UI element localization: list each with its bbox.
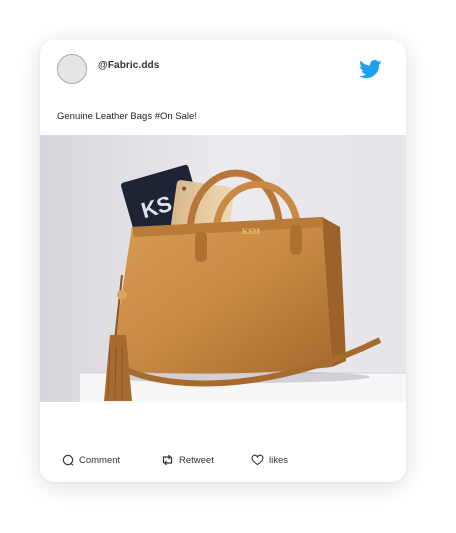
tweet-actions: Comment Retweet likes [40,452,406,468]
retweet-label: Retweet [179,454,214,466]
retweet-button[interactable]: Retweet [161,452,214,468]
retweet-icon [162,454,173,466]
twitter-bird-icon[interactable] [359,60,382,79]
user-handle[interactable]: @Fabric.dds [98,60,159,71]
like-button[interactable]: likes [251,452,288,468]
heart-icon [251,454,264,466]
product-image[interactable]: KS KSM [40,135,406,402]
tweet-card: @Fabric.dds Genuine Leather Bags #On Sal… [40,40,406,482]
comment-button[interactable]: Comment [62,452,120,468]
comment-label: Comment [79,454,121,466]
leather-bag-illustration: KS KSM [40,135,406,402]
comment-icon [62,454,74,466]
bag-monogram: KSM [242,227,261,236]
avatar[interactable] [57,54,87,84]
tweet-caption: Genuine Leather Bags #On Sale! [57,111,197,122]
likes-label: likes [269,454,289,466]
